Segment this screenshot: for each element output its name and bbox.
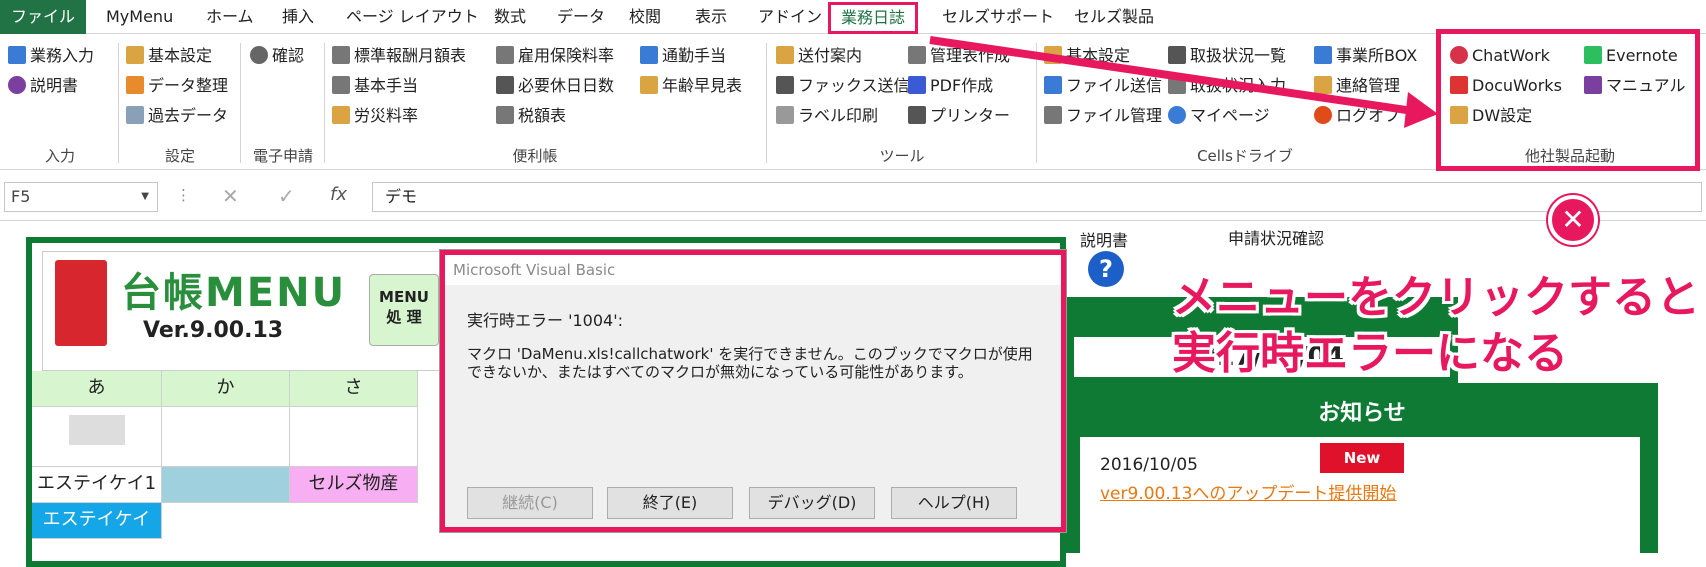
formula-bar: F5 ▼ ⋮ ✕ ✓ fx デモ [0, 180, 1706, 216]
help-circle-icon[interactable]: ? [1088, 251, 1124, 287]
enter-icon[interactable]: ✓ [278, 184, 295, 208]
debug-button[interactable]: デバッグ(D) [749, 487, 875, 519]
more-icon: ⋮ [176, 186, 191, 204]
manual-label: 説明書 [1080, 231, 1129, 250]
menu-process-button[interactable]: MENU 処 理 [369, 274, 439, 346]
chevron-down-icon: ▼ [141, 191, 149, 202]
vba-error-dialog: Microsoft Visual Basic 実行時エラー '1004': マク… [440, 250, 1066, 532]
formula-input[interactable]: デモ [372, 182, 1702, 212]
cell-estk1[interactable]: エステイケイ1 [32, 467, 162, 503]
blurred-content [68, 415, 125, 445]
fx-icon[interactable]: fx [330, 184, 347, 205]
end-button[interactable]: 終了(E) [607, 487, 733, 519]
cell-cells-bussan[interactable]: セルズ物産 [290, 467, 418, 503]
error-message: マクロ 'DaMenu.xls!callchatwork' を実行できません。こ… [467, 345, 1033, 381]
cell-empty[interactable] [162, 407, 290, 467]
continue-button[interactable]: 継続(C) [467, 487, 593, 519]
news-body: 2016/10/05 New ver9.00.13へのアップデート提供開始 [1080, 437, 1640, 557]
sheet-title: 台帳MENU [121, 270, 347, 316]
header-sa: さ [290, 371, 418, 407]
dialog-title: Microsoft Visual Basic [445, 255, 1061, 285]
header-ka: か [162, 371, 290, 407]
news-date: 2016/10/05 [1100, 455, 1198, 475]
binder-icon [55, 260, 107, 346]
cell-blurred[interactable] [32, 407, 162, 467]
header-a: あ [32, 371, 162, 407]
news-panel: お知らせ 2016/10/05 New ver9.00.13へのアップデート提供… [1066, 383, 1658, 557]
new-badge: New [1320, 443, 1404, 473]
title-panel: 台帳MENU Ver.9.00.13 MENU 処 理 [42, 251, 442, 371]
cell-blurred-blue[interactable] [162, 467, 290, 503]
cell-estk[interactable]: エステイケイ [32, 503, 162, 539]
status-check-label: 申請状況確認 [1228, 229, 1325, 248]
error-x-icon: ✕ [1548, 195, 1598, 245]
callout-line2: 実行時エラーになる [1172, 328, 1568, 379]
error-code: 実行時エラー '1004': [467, 311, 623, 330]
news-title: お知らせ [1318, 401, 1406, 426]
cell-blurred-small[interactable] [290, 407, 418, 467]
name-box[interactable]: F5 ▼ [4, 182, 158, 212]
callout-line1: メニューをクリックすると [1172, 272, 1700, 323]
cancel-icon[interactable]: ✕ [222, 184, 239, 208]
sheet-version: Ver.9.00.13 [143, 318, 284, 343]
help-button[interactable]: ヘルプ(H) [891, 487, 1017, 519]
news-link[interactable]: ver9.00.13へのアップデート提供開始 [1100, 479, 1396, 504]
